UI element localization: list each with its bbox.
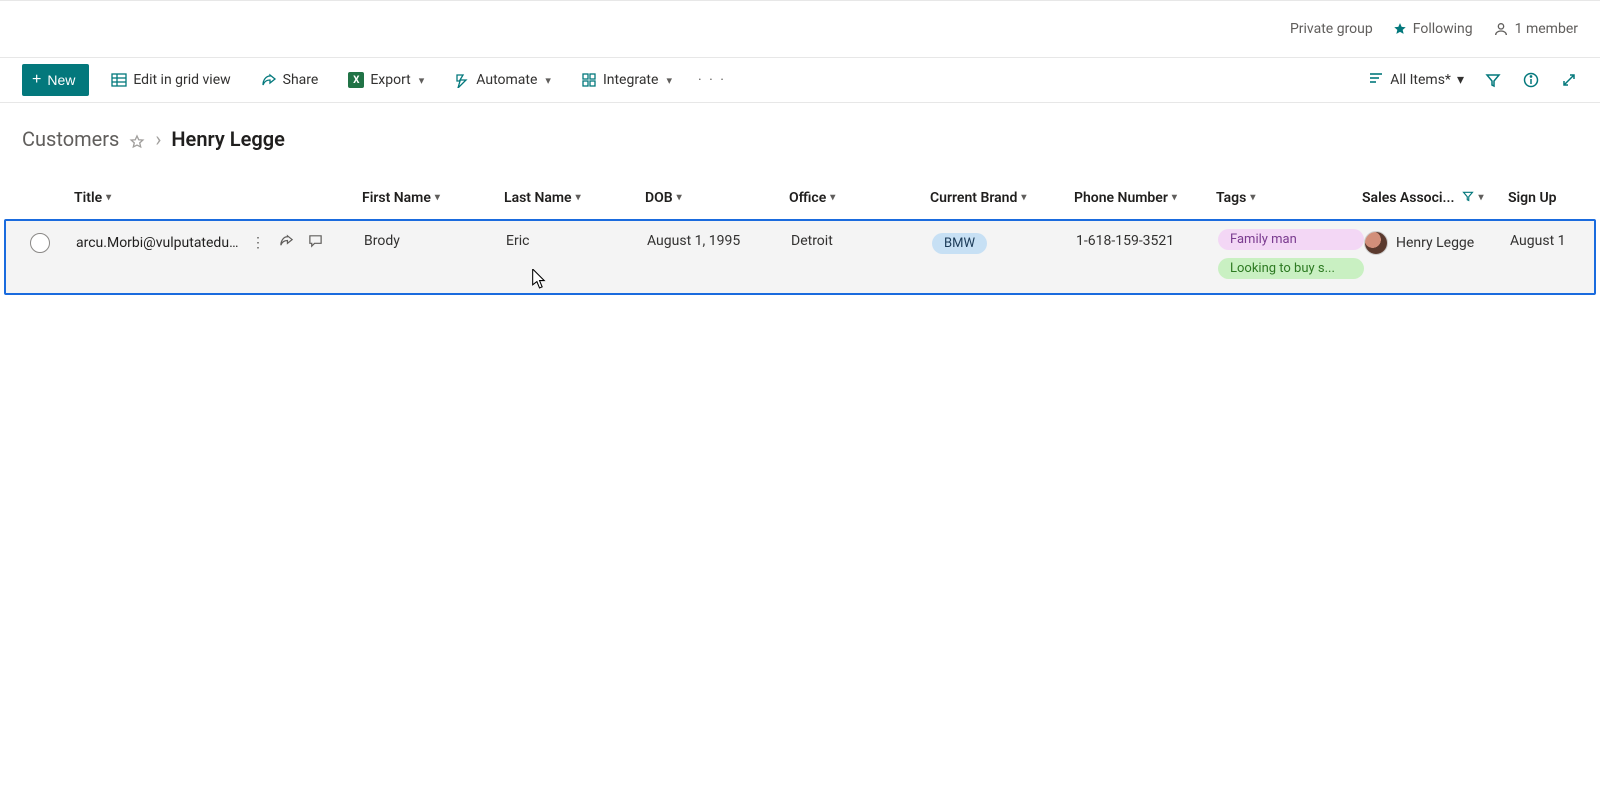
col-sign-up-label: Sign Up: [1508, 190, 1557, 206]
flow-icon: [454, 72, 470, 88]
row-last-name: Eric: [506, 227, 647, 249]
chevron-down-icon: ▾: [419, 74, 425, 87]
privacy-text: Private group: [1290, 21, 1373, 37]
export-button[interactable]: X Export ▾: [340, 64, 432, 96]
row-share-icon[interactable]: [279, 233, 294, 252]
automate-button[interactable]: Automate ▾: [446, 64, 559, 96]
col-tags-label: Tags: [1216, 190, 1246, 206]
row-comment-icon[interactable]: [308, 233, 323, 252]
favorite-toggle[interactable]: [129, 131, 145, 147]
row-first-name: Brody: [364, 227, 506, 249]
view-list-icon: [1368, 70, 1384, 90]
breadcrumb-root-link[interactable]: Customers: [22, 127, 119, 151]
brand-pill: BMW: [932, 233, 987, 254]
person-icon: [1493, 21, 1509, 37]
automate-label: Automate: [476, 72, 537, 88]
breadcrumb-current: Henry Legge: [171, 127, 284, 151]
grid-icon: [111, 72, 127, 88]
group-meta-bar: Private group Following 1 member: [0, 0, 1600, 58]
chevron-down-icon: ▾: [1250, 192, 1255, 203]
tag-pill: Looking to buy s...: [1218, 258, 1364, 279]
tag-pill: Family man: [1218, 229, 1364, 250]
row-dob: August 1, 1995: [647, 227, 791, 249]
col-sales-associate[interactable]: Sales Associ... ▾: [1362, 190, 1508, 206]
breadcrumb-separator: ›: [155, 127, 161, 151]
view-selector[interactable]: All Items* ▾: [1368, 70, 1464, 90]
following-toggle[interactable]: Following: [1393, 21, 1473, 37]
col-last-name[interactable]: Last Name ▾: [504, 190, 645, 206]
chevron-down-icon: ▾: [1172, 192, 1177, 203]
view-name-label: All Items*: [1390, 72, 1451, 88]
chevron-down-icon: ▾: [666, 74, 672, 87]
row-select-checkbox[interactable]: [30, 233, 50, 253]
col-title-label: Title: [74, 190, 102, 206]
star-filled-icon: [1393, 22, 1407, 36]
excel-icon: X: [348, 72, 364, 88]
avatar: [1364, 231, 1388, 255]
col-title[interactable]: Title ▾: [74, 190, 362, 206]
row-title[interactable]: arcu.Morbi@vulputatedui...: [76, 235, 241, 251]
col-dob-label: DOB: [645, 190, 673, 206]
chevron-down-icon: ▾: [576, 192, 581, 203]
expand-button[interactable]: [1560, 71, 1578, 89]
row-sales-associate: Henry Legge: [1364, 227, 1510, 255]
col-last-name-label: Last Name: [504, 190, 572, 206]
col-current-brand[interactable]: Current Brand ▾: [930, 190, 1074, 206]
col-dob[interactable]: DOB ▾: [645, 190, 789, 206]
table-row[interactable]: arcu.Morbi@vulputatedui... ⋮ Brody Eric …: [6, 221, 1594, 293]
breadcrumb: Customers › Henry Legge: [0, 103, 1600, 159]
row-phone: 1-618-159-3521: [1076, 227, 1218, 249]
chevron-down-icon: ▾: [677, 192, 682, 203]
col-first-name[interactable]: First Name ▾: [362, 190, 504, 206]
row-sales-associate-name: Henry Legge: [1396, 235, 1474, 251]
members-text: 1 member: [1515, 21, 1578, 37]
share-label: Share: [283, 72, 319, 88]
chevron-down-icon: ▾: [830, 192, 835, 203]
more-actions-button[interactable]: · · ·: [694, 72, 730, 88]
col-office-label: Office: [789, 190, 826, 206]
info-button[interactable]: [1522, 71, 1540, 89]
list-view: Title ▾ First Name ▾ Last Name ▾ DOB ▾ O…: [4, 177, 1596, 295]
chevron-down-icon: ▾: [1021, 192, 1026, 203]
following-text: Following: [1413, 21, 1473, 37]
new-button[interactable]: + New: [22, 64, 89, 96]
row-more-actions[interactable]: ⋮: [251, 235, 265, 251]
members-link[interactable]: 1 member: [1493, 21, 1578, 37]
col-first-name-label: First Name: [362, 190, 431, 206]
chevron-down-icon: ▾: [545, 74, 551, 87]
share-button[interactable]: Share: [253, 64, 327, 96]
row-office: Detroit: [791, 227, 932, 249]
filter-button[interactable]: [1484, 71, 1502, 89]
share-icon: [261, 72, 277, 88]
col-sales-associate-label: Sales Associ...: [1362, 190, 1454, 206]
edit-in-grid-button[interactable]: Edit in grid view: [103, 64, 238, 96]
col-sign-up[interactable]: Sign Up: [1508, 190, 1586, 206]
integrate-icon: [581, 72, 597, 88]
integrate-label: Integrate: [603, 72, 659, 88]
command-bar: + New Edit in grid view Share X Export ▾…: [0, 58, 1600, 103]
chevron-down-icon: ▾: [1457, 72, 1464, 88]
col-phone-number-label: Phone Number: [1074, 190, 1168, 206]
integrate-button[interactable]: Integrate ▾: [573, 64, 680, 96]
plus-icon: +: [32, 72, 41, 88]
row-tags: Family man Looking to buy s...: [1218, 227, 1364, 279]
row-current-brand: BMW: [932, 227, 1076, 254]
chevron-down-icon: ▾: [106, 192, 111, 203]
col-office[interactable]: Office ▾: [789, 190, 930, 206]
chevron-down-icon: ▾: [1478, 192, 1483, 203]
privacy-label: Private group: [1290, 21, 1373, 37]
edit-in-grid-label: Edit in grid view: [133, 72, 230, 88]
list-header-row: Title ▾ First Name ▾ Last Name ▾ DOB ▾ O…: [4, 177, 1596, 219]
row-sign-up: August 1: [1510, 227, 1584, 249]
new-button-label: New: [47, 72, 75, 88]
filter-applied-icon: [1462, 190, 1474, 206]
col-phone-number[interactable]: Phone Number ▾: [1074, 190, 1216, 206]
export-label: Export: [370, 72, 410, 88]
col-tags[interactable]: Tags ▾: [1216, 190, 1362, 206]
selected-row-highlight: arcu.Morbi@vulputatedui... ⋮ Brody Eric …: [4, 219, 1596, 295]
chevron-down-icon: ▾: [435, 192, 440, 203]
col-current-brand-label: Current Brand: [930, 190, 1017, 206]
